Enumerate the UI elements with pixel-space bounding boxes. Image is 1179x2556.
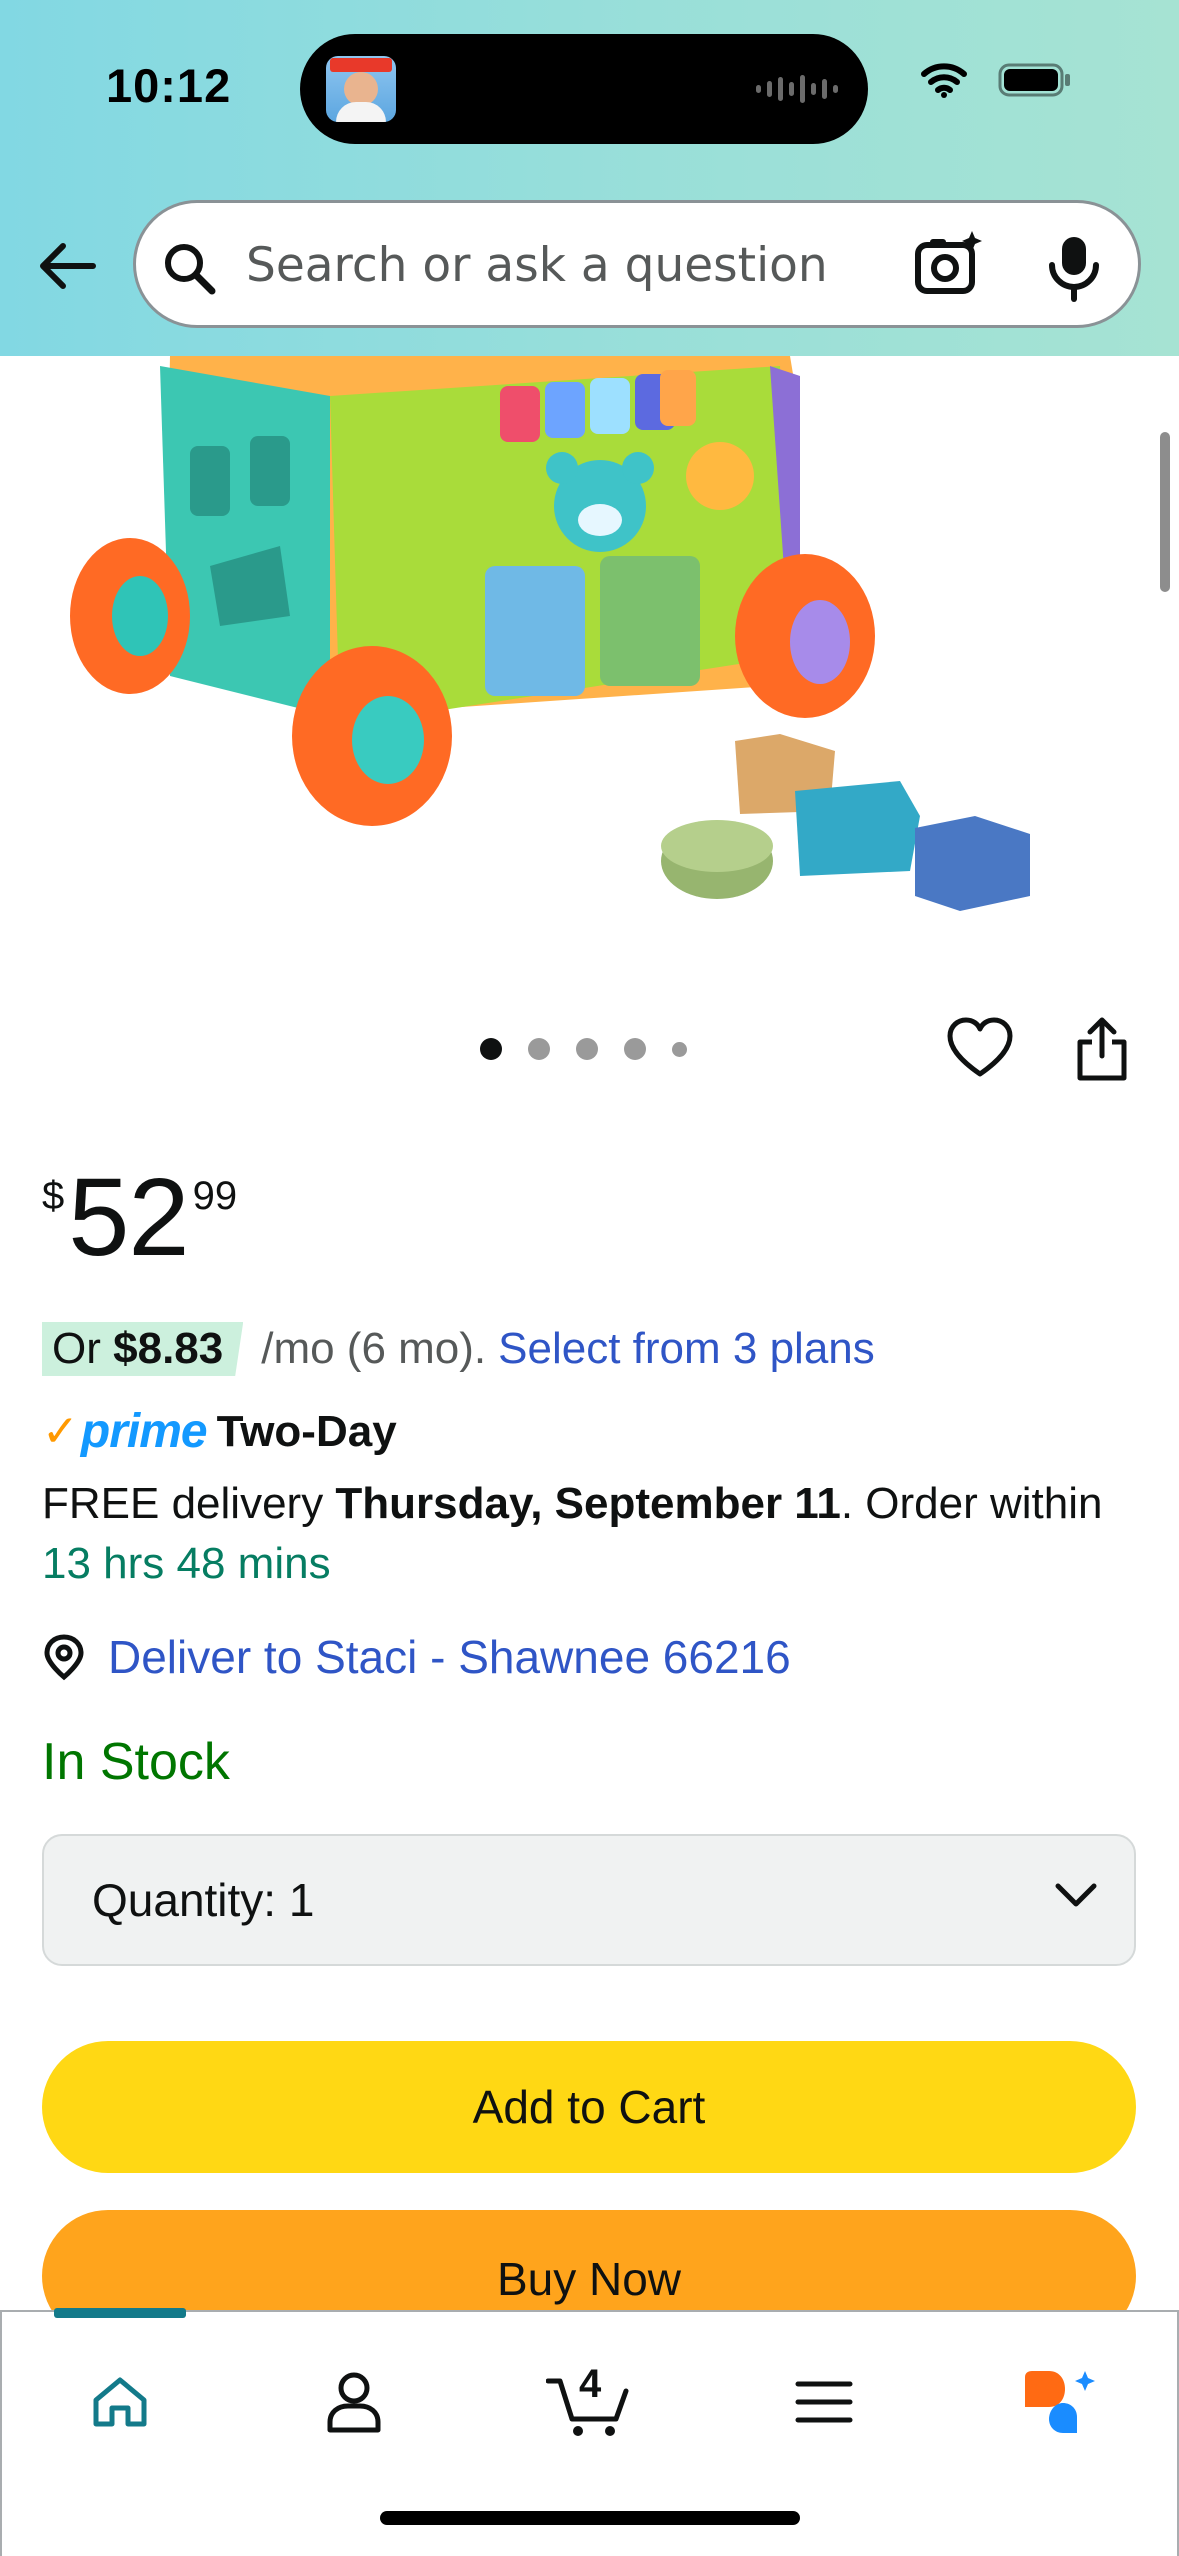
- delivery-date: Thursday, September 11: [335, 1479, 841, 1528]
- menu-icon: [795, 2381, 853, 2423]
- prime-speed: Two-Day: [216, 1406, 397, 1456]
- header: 10:12: [0, 0, 1179, 356]
- search-icon[interactable]: [162, 241, 218, 297]
- prime-logo: prime: [80, 1405, 208, 1458]
- stock-status: In Stock: [42, 1733, 230, 1791]
- deliver-to-link[interactable]: Deliver to Staci - Shawnee 66216: [108, 1630, 791, 1684]
- price-currency: $: [42, 1174, 65, 1218]
- deliver-to-row[interactable]: Deliver to Staci - Shawnee 66216: [42, 1630, 791, 1684]
- prime-check-icon: ✓: [42, 1407, 79, 1456]
- tab-home[interactable]: [55, 2352, 185, 2452]
- search-bar[interactable]: [133, 200, 1141, 328]
- tab-cart[interactable]: 4: [524, 2352, 654, 2452]
- installment-prefix: Or: [52, 1324, 101, 1373]
- back-button[interactable]: [32, 236, 102, 296]
- price-fraction: 99: [192, 1174, 238, 1218]
- status-time: 10:12: [106, 59, 232, 112]
- active-tab-indicator: [54, 2308, 186, 2318]
- battery-icon: [998, 63, 1070, 97]
- delivery-middle: . Order within: [840, 1479, 1103, 1528]
- chevron-down-icon: [1055, 1883, 1097, 1907]
- image-carousel-dots[interactable]: [480, 1038, 687, 1060]
- add-to-cart-button[interactable]: Add to Cart: [42, 2041, 1136, 2173]
- camera-search-icon[interactable]: [912, 229, 984, 301]
- quantity-selector[interactable]: Quantity: 1: [42, 1834, 1136, 1966]
- delivery-message: FREE delivery Thursday, September 11. Or…: [42, 1474, 1122, 1594]
- price: $ 52 99: [42, 1160, 237, 1276]
- prime-badge: ✓ prime Two-Day: [42, 1404, 397, 1459]
- person-icon: [327, 2372, 381, 2433]
- tab-account[interactable]: [289, 2352, 419, 2452]
- rufus-assistant-icon: [1025, 2371, 1095, 2433]
- select-plans-link[interactable]: Select from 3 plans: [498, 1324, 875, 1374]
- quantity-value: 1: [288, 1874, 315, 1926]
- back-arrow-icon: [40, 243, 96, 289]
- delivery-prefix: FREE delivery: [42, 1479, 324, 1528]
- microphone-icon[interactable]: [1046, 233, 1102, 303]
- installment-term: /mo (6 mo).: [261, 1324, 487, 1373]
- installment-offer: Or $8.83 /mo (6 mo). Select from 3 plans: [42, 1322, 875, 1376]
- share-icon[interactable]: [1074, 1014, 1130, 1084]
- carousel-dot-5[interactable]: [672, 1041, 687, 1057]
- wifi-icon: [921, 63, 967, 98]
- cart-count-badge: 4: [579, 2362, 602, 2406]
- product-image[interactable]: [0, 356, 1179, 966]
- installment-badge: Or $8.83: [42, 1322, 244, 1376]
- carousel-dot-1[interactable]: [480, 1038, 502, 1060]
- price-whole: 52: [68, 1156, 189, 1279]
- wishlist-heart-icon[interactable]: [945, 1014, 1015, 1084]
- location-pin-icon: [44, 1634, 84, 1681]
- tab-menu[interactable]: [759, 2352, 889, 2452]
- audio-waveform-icon: [756, 74, 838, 104]
- installment-amount: $8.83: [113, 1324, 224, 1373]
- order-countdown: 13 hrs 48 mins: [42, 1539, 331, 1588]
- scroll-indicator[interactable]: [1160, 432, 1170, 592]
- home-icon: [93, 2377, 147, 2427]
- search-input[interactable]: [246, 227, 926, 303]
- quantity-label: Quantity:: [92, 1874, 277, 1926]
- dynamic-island[interactable]: [300, 34, 868, 144]
- activity-walker-toy-illustration: [70, 356, 1030, 911]
- tab-rufus-assistant[interactable]: [994, 2352, 1124, 2452]
- carousel-dot-4[interactable]: [624, 1038, 646, 1060]
- home-indicator[interactable]: [380, 2511, 800, 2525]
- carousel-dot-2[interactable]: [528, 1038, 550, 1060]
- carousel-dot-3[interactable]: [576, 1038, 598, 1060]
- now-playing-app-icon: [326, 56, 396, 122]
- status-icons: [920, 62, 1072, 98]
